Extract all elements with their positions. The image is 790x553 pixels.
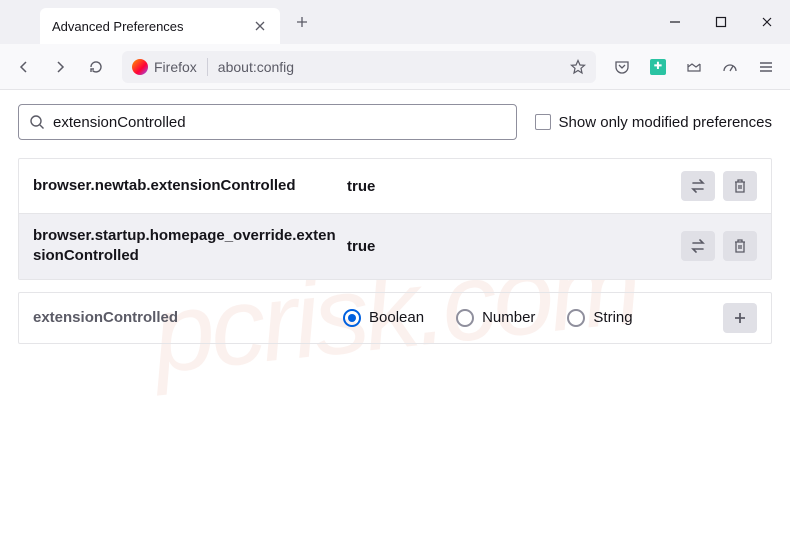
firefox-icon — [132, 59, 148, 75]
identity-label: Firefox — [154, 59, 197, 75]
delete-button[interactable] — [723, 231, 757, 261]
close-tab-icon[interactable] — [252, 18, 268, 34]
type-radio-group: Boolean Number String — [343, 309, 723, 327]
pref-name: browser.newtab.extensionControlled — [33, 176, 343, 196]
pref-value: true — [343, 178, 681, 195]
radio-number[interactable]: Number — [456, 309, 535, 327]
pref-value: true — [343, 238, 681, 255]
radio-label: Number — [482, 309, 535, 326]
radio-icon — [343, 309, 361, 327]
pref-actions — [681, 171, 757, 201]
minimize-button[interactable] — [652, 0, 698, 44]
site-identity[interactable]: Firefox — [132, 59, 197, 75]
reload-button[interactable] — [80, 51, 112, 83]
new-tab-button[interactable] — [288, 8, 316, 36]
radio-boolean[interactable]: Boolean — [343, 309, 424, 327]
search-box[interactable] — [18, 104, 517, 140]
content-area: Show only modified preferences browser.n… — [0, 90, 790, 358]
close-button[interactable] — [744, 0, 790, 44]
radio-string[interactable]: String — [567, 309, 632, 327]
add-button[interactable] — [723, 303, 757, 333]
url-text: about:config — [218, 59, 564, 75]
pref-name: browser.startup.homepage_override.extens… — [33, 226, 343, 267]
pref-row: browser.startup.homepage_override.extens… — [19, 213, 771, 279]
url-bar[interactable]: Firefox about:config — [122, 51, 596, 83]
new-pref-name: extensionControlled — [33, 309, 343, 326]
checkbox-icon[interactable] — [535, 114, 551, 130]
tab-title: Advanced Preferences — [52, 19, 184, 34]
preferences-table: browser.newtab.extensionControlled true … — [18, 158, 772, 280]
browser-tab[interactable]: Advanced Preferences — [40, 8, 280, 44]
pref-actions — [681, 231, 757, 261]
forward-button[interactable] — [44, 51, 76, 83]
menu-button[interactable] — [750, 51, 782, 83]
bookmark-star-icon[interactable] — [570, 59, 586, 75]
separator — [207, 58, 208, 76]
back-button[interactable] — [8, 51, 40, 83]
search-icon — [29, 114, 45, 130]
new-pref-row: extensionControlled Boolean Number Strin… — [18, 292, 772, 344]
pref-row: browser.newtab.extensionControlled true — [19, 159, 771, 213]
mailbox-icon[interactable] — [678, 51, 710, 83]
toolbar: Firefox about:config ✚ — [0, 44, 790, 90]
titlebar: Advanced Preferences — [0, 0, 790, 44]
filter-checkbox-wrap[interactable]: Show only modified preferences — [535, 114, 772, 131]
delete-button[interactable] — [723, 171, 757, 201]
radio-label: Boolean — [369, 309, 424, 326]
search-input[interactable] — [53, 114, 506, 131]
toggle-button[interactable] — [681, 231, 715, 261]
speed-icon[interactable] — [714, 51, 746, 83]
search-row: Show only modified preferences — [18, 104, 772, 140]
checkbox-label: Show only modified preferences — [559, 114, 772, 131]
window-controls — [652, 0, 790, 44]
radio-icon — [456, 309, 474, 327]
extension-icon[interactable]: ✚ — [642, 51, 674, 83]
pocket-icon[interactable] — [606, 51, 638, 83]
radio-label: String — [593, 309, 632, 326]
radio-icon — [567, 309, 585, 327]
maximize-button[interactable] — [698, 0, 744, 44]
toggle-button[interactable] — [681, 171, 715, 201]
